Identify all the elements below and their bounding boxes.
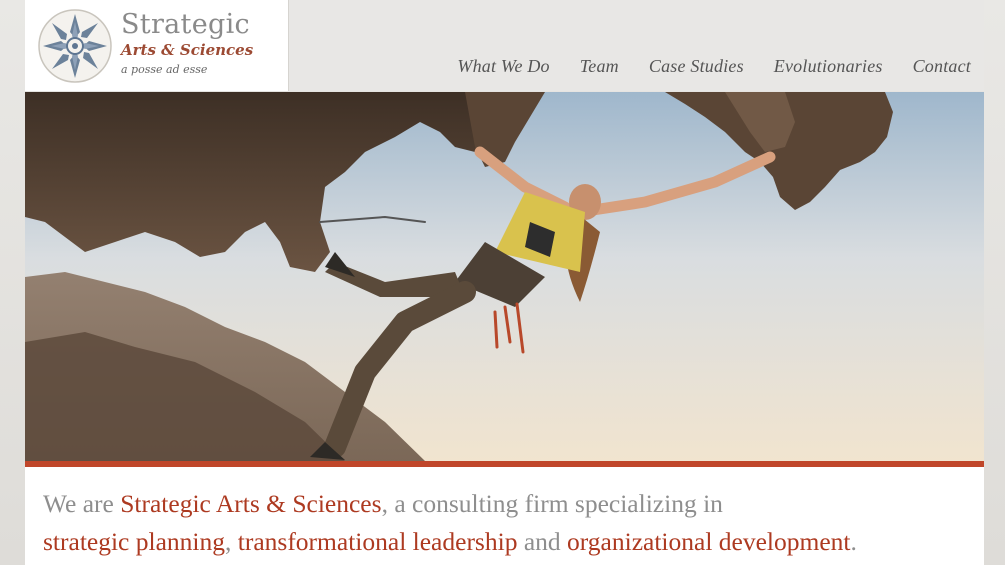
service-transformational-leadership[interactable]: transformational leadership	[238, 527, 518, 556]
service-organizational-development[interactable]: organizational development	[567, 527, 850, 556]
brand-subname: Arts & Sciences	[121, 41, 254, 59]
nav-item-evolutionaries[interactable]: Evolutionaries	[774, 56, 883, 77]
intro-section: We are Strategic Arts & Sciences, a cons…	[25, 467, 984, 565]
intro-mid: , a consulting firm specializing in	[381, 489, 723, 518]
nav-item-team[interactable]: Team	[580, 56, 619, 77]
nav-item-case-studies[interactable]: Case Studies	[649, 56, 744, 77]
page-side-background-left	[0, 0, 25, 565]
mandala-logo-icon	[38, 9, 112, 83]
intro-and: and	[517, 527, 568, 556]
site-header: Strategic Arts & Sciences a posse ad ess…	[25, 0, 984, 91]
intro-statement: We are Strategic Arts & Sciences, a cons…	[43, 485, 963, 561]
page-side-background-right	[984, 0, 1005, 565]
intro-company: Strategic Arts & Sciences	[120, 489, 382, 518]
nav-item-what-we-do[interactable]: What We Do	[457, 56, 549, 77]
logo-link[interactable]: Strategic Arts & Sciences a posse ad ess…	[25, 0, 289, 91]
hero-climber-illustration	[25, 92, 984, 461]
page-container: Strategic Arts & Sciences a posse ad ess…	[25, 0, 984, 565]
main-nav: What We Do Team Case Studies Evolutionar…	[427, 56, 971, 77]
brand-tagline: a posse ad esse	[121, 63, 208, 76]
intro-comma: ,	[225, 527, 238, 556]
hero-image	[25, 92, 984, 461]
nav-item-contact[interactable]: Contact	[913, 56, 971, 77]
intro-end: .	[850, 527, 857, 556]
intro-lead: We are	[43, 489, 121, 518]
brand-name: Strategic	[121, 9, 250, 40]
service-strategic-planning[interactable]: strategic planning	[43, 527, 225, 556]
